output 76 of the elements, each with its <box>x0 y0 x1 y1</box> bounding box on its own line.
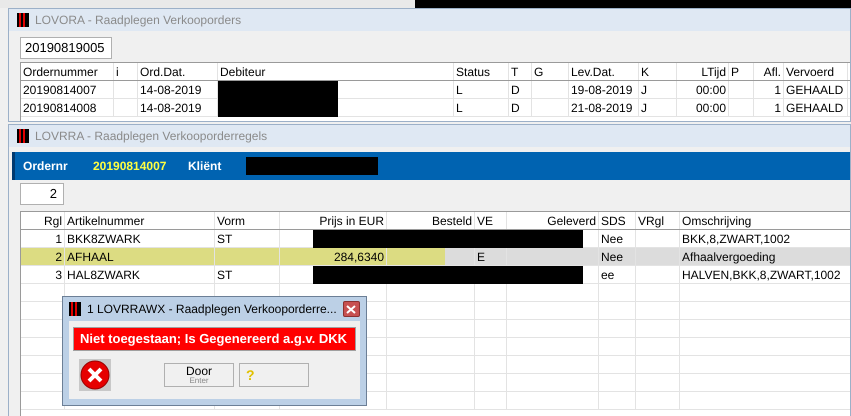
table-cell-text: ST <box>217 266 232 284</box>
client-label: Kliënt <box>188 158 222 175</box>
column-header[interactable]: Lev.Dat. <box>571 63 615 80</box>
order-search-field[interactable]: 20190819005 <box>20 37 112 59</box>
table-cell-text: 00:00 <box>696 100 726 116</box>
error-message: Niet toegestaan; Is Gegenereerd a.g.v. DKK <box>73 327 356 351</box>
column-header[interactable]: K <box>641 63 650 80</box>
order-label: Ordernr <box>23 158 69 175</box>
table-cell-text: BKK,8,ZWART,1002 <box>682 230 790 248</box>
table-cell-text: 1 <box>774 100 781 116</box>
app-logo-icon <box>17 13 29 27</box>
order-number: 20190814007 <box>93 158 168 175</box>
close-button[interactable] <box>342 301 360 317</box>
column-header[interactable]: Artikelnummer <box>67 212 144 230</box>
column-header[interactable]: SDS <box>601 212 626 230</box>
table-row[interactable]: 2 AFHAAL 284,6340 E Nee Afhaalvergoeding <box>21 248 850 266</box>
close-icon <box>346 304 356 314</box>
table-cell-text: 3 <box>55 266 62 284</box>
column-header[interactable]: Geleverd <box>547 212 596 230</box>
line-number-field[interactable]: 2 <box>20 183 64 205</box>
table-cell-text: 1 <box>774 82 781 98</box>
table-cell-text: L <box>456 82 463 98</box>
column-header[interactable]: Prijs in EUR <box>319 212 384 230</box>
window-title: LOVORA - Raadplegen Verkooporders <box>35 12 242 29</box>
column-header[interactable]: Status <box>456 63 490 80</box>
table-cell-text: 14-08-2019 <box>140 82 202 98</box>
table-cell-text: HALVEN,BKK,8,ZWART,1002 <box>682 266 841 284</box>
column-header[interactable]: Vorm <box>217 212 246 230</box>
table-cell-text: Nee <box>601 230 624 248</box>
table-cell-text: D <box>511 82 520 98</box>
dialog-title: 1 LOVRRAWX - Raadplegen Verkooporderre... <box>87 301 337 318</box>
table-cell-text: HAL8ZWARK <box>67 266 140 284</box>
table-cell-text: 1 <box>55 230 62 248</box>
table-cell-text: 00:00 <box>696 82 726 98</box>
column-header[interactable]: i <box>116 63 119 80</box>
table-cell-text: 19-08-2019 <box>571 82 632 98</box>
table-cell-text: Afhaalvergoeding <box>682 248 776 266</box>
table-cell-text: J <box>641 82 647 98</box>
table-cell-text: BKK8ZWARK <box>67 230 141 248</box>
column-header[interactable]: VE <box>477 212 494 230</box>
column-header[interactable]: Ord.Dat. <box>140 63 186 80</box>
column-header[interactable]: Vervoerd <box>786 63 834 80</box>
app-logo-icon <box>69 302 81 316</box>
column-header[interactable]: T <box>511 63 518 80</box>
column-header[interactable]: Ordernummer <box>23 63 98 80</box>
table-cell-text: 14-08-2019 <box>140 100 202 116</box>
column-header[interactable]: P <box>731 63 740 80</box>
table-cell-text: 2 <box>55 248 62 266</box>
table-cell-text: 20190814007 <box>23 82 96 98</box>
column-header[interactable]: G <box>534 63 544 80</box>
continue-button[interactable]: Door Enter <box>164 363 234 387</box>
table-row[interactable]: 1 BKK8ZWARK ST Nee BKK,8,ZWART,1002 <box>21 230 850 248</box>
table-cell-text: GEHAALD <box>786 100 844 116</box>
column-header[interactable]: Debiteur <box>220 63 266 80</box>
table-cell-text: 20190814008 <box>23 100 96 116</box>
column-header[interactable]: Besteld <box>432 212 472 230</box>
table-cell-text: E <box>477 248 486 266</box>
error-icon <box>79 359 111 391</box>
window-title: LOVRRA - Raadplegen Verkooporderregels <box>35 128 268 145</box>
table-cell-text: 284,6340 <box>334 248 384 266</box>
column-header[interactable]: Rgl <box>44 212 62 230</box>
table-cell-text: GEHAALD <box>786 82 844 98</box>
app-logo-icon <box>17 129 29 143</box>
column-header[interactable]: Afl. <box>764 63 781 80</box>
table-cell-text: Nee <box>601 248 624 266</box>
table-cell-text: 21-08-2019 <box>571 100 632 116</box>
table-row[interactable]: 3 HAL8ZWARK ST ee HALVEN,BKK,8,ZWART,1002 <box>21 266 850 284</box>
table-cell-text: J <box>641 100 647 116</box>
column-header[interactable]: Omschrijving <box>682 212 752 230</box>
table-cell-text: D <box>511 100 520 116</box>
column-header[interactable]: VRgl <box>638 212 664 230</box>
table-cell-text: ST <box>217 230 232 248</box>
column-header[interactable]: LTijd <box>701 63 726 80</box>
table-cell-text: L <box>456 100 463 116</box>
table-cell-text: ee <box>601 266 614 284</box>
table-cell-text: AFHAAL <box>67 248 114 266</box>
